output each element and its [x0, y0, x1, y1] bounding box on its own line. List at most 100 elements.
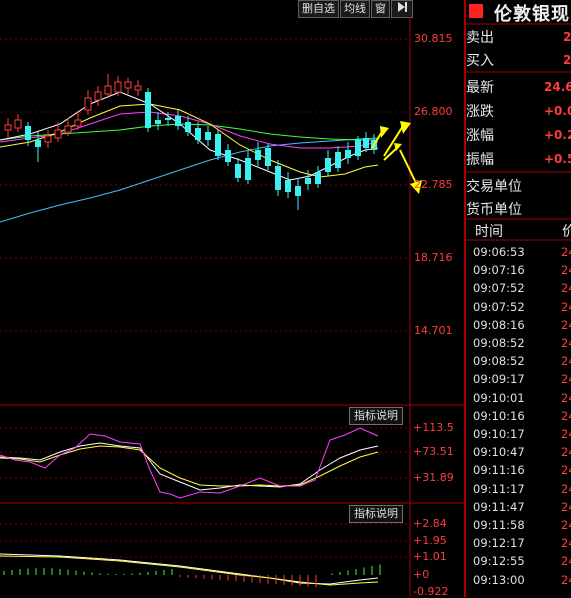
pin-icon[interactable]	[391, 0, 413, 18]
trade-price: 24	[561, 354, 571, 369]
quote-value: 24.6	[544, 80, 571, 94]
candle-body	[44, 135, 52, 143]
panel2-scale-4: +0	[413, 568, 430, 581]
candle-body	[265, 148, 271, 166]
trade-price: 24	[561, 554, 571, 569]
trade-price: 24	[561, 445, 571, 460]
candle-body	[225, 150, 231, 162]
price-scale-3: 22.785	[414, 178, 453, 191]
quote-label: 卖出	[466, 30, 494, 46]
trade-time: 09:13:00	[473, 572, 525, 587]
trade-time: 09:08:52	[473, 354, 525, 369]
candle-body	[74, 119, 82, 127]
trade-time: 09:10:16	[473, 408, 525, 423]
trade-price: 24	[561, 281, 571, 296]
trade-price: 24	[561, 427, 571, 441]
trade-price: 24	[561, 336, 571, 350]
candle-body	[35, 140, 41, 147]
candle-body	[185, 122, 191, 132]
trade-time: 09:12:55	[473, 554, 525, 569]
trade-price: 24	[561, 390, 571, 405]
trade-price: 24	[561, 499, 571, 514]
candle-body	[104, 85, 112, 95]
panel2-scale-3: +1.01	[413, 550, 447, 563]
quote-label: 最新	[466, 80, 494, 96]
indicator-help-button-1[interactable]: 指标说明	[349, 407, 403, 425]
price-scale-4: 18.716	[414, 251, 453, 264]
trade-time: 09:07:52	[473, 281, 525, 296]
candle-body	[54, 129, 62, 139]
trade-price: 24	[561, 408, 571, 423]
trade-time-header: 时间	[475, 224, 503, 240]
trade-price: 24	[561, 372, 571, 387]
ind2-white-line	[0, 553, 379, 585]
window-button[interactable]: 窗	[371, 0, 390, 18]
candle-body	[124, 81, 132, 89]
candle-body	[195, 128, 201, 140]
quote-label: 买入	[466, 53, 494, 69]
candle-body	[315, 172, 321, 184]
candle-body	[215, 134, 221, 156]
panel1-scale-1: +113.5	[413, 421, 454, 434]
candle-body	[295, 186, 301, 196]
indicator-help-button-2[interactable]: 指标说明	[349, 505, 403, 523]
candle-body	[355, 140, 361, 156]
trade-time: 09:07:52	[473, 299, 525, 314]
trade-time: 09:09:17	[473, 372, 525, 387]
panel2-scale-2: +1.95	[413, 534, 447, 547]
candle-body	[94, 91, 102, 101]
trade-time: 09:07:16	[473, 263, 525, 278]
candle-body	[4, 124, 12, 131]
candle-body	[155, 120, 161, 124]
candle-body	[25, 126, 31, 140]
candle-body	[275, 166, 281, 190]
trade-price: 24	[561, 536, 571, 551]
delete-watchlist-button[interactable]: 删自选	[298, 0, 339, 18]
candle-body	[285, 180, 291, 192]
ind1-white-line	[0, 442, 379, 491]
ind2-yellow-line	[0, 555, 379, 586]
candle-body	[335, 152, 341, 168]
candle-body	[165, 118, 171, 120]
trade-price: 24	[561, 481, 571, 496]
trade-time: 09:11:17	[473, 481, 525, 496]
moving-average-button[interactable]: 均线	[340, 0, 370, 18]
candle-body	[134, 85, 142, 91]
panel2-scale-5: -0.922	[413, 585, 449, 598]
candle-body	[363, 138, 369, 148]
candle-body	[345, 150, 351, 158]
candle-body	[305, 178, 311, 184]
trade-price: 24	[561, 572, 571, 587]
price-scale-5: 14.701	[414, 324, 453, 337]
trade-time: 09:08:52	[473, 336, 525, 350]
quote-label: 涨幅	[466, 128, 494, 144]
quote-value: 2	[563, 53, 571, 67]
quote-label: 交易单位	[466, 179, 522, 195]
quote-value: 2	[563, 30, 571, 44]
panel1-scale-2: +73.51	[413, 445, 454, 458]
panel2-scale-1: +2.84	[413, 517, 447, 530]
trade-time: 09:11:16	[473, 463, 525, 478]
candle-body	[255, 150, 261, 160]
panel1-scale-3: +31.89	[413, 471, 454, 484]
trade-price: 24	[561, 518, 571, 532]
chart-toolbar: 删自选 均线 窗	[298, 0, 414, 18]
trade-time: 09:12:17	[473, 536, 525, 551]
ind1-magenta-line	[0, 427, 379, 499]
square-marker-icon	[469, 4, 483, 18]
trade-price: 24	[561, 263, 571, 278]
candle-body	[235, 164, 241, 178]
quote-value: +0.5	[544, 152, 571, 166]
quote-value: +0.0	[544, 104, 571, 118]
quote-label: 货币单位	[466, 202, 522, 218]
candle-body	[84, 97, 92, 111]
trade-time: 09:11:47	[473, 499, 525, 514]
candle-body	[14, 119, 22, 129]
quote-label: 涨跌	[466, 104, 494, 120]
price-scale-1: 30.815	[414, 32, 453, 45]
candle-body	[175, 116, 181, 126]
ma10-line	[0, 103, 379, 178]
trade-price-header: 价	[562, 224, 571, 240]
candle-body	[245, 158, 251, 180]
candle-body	[145, 92, 151, 128]
